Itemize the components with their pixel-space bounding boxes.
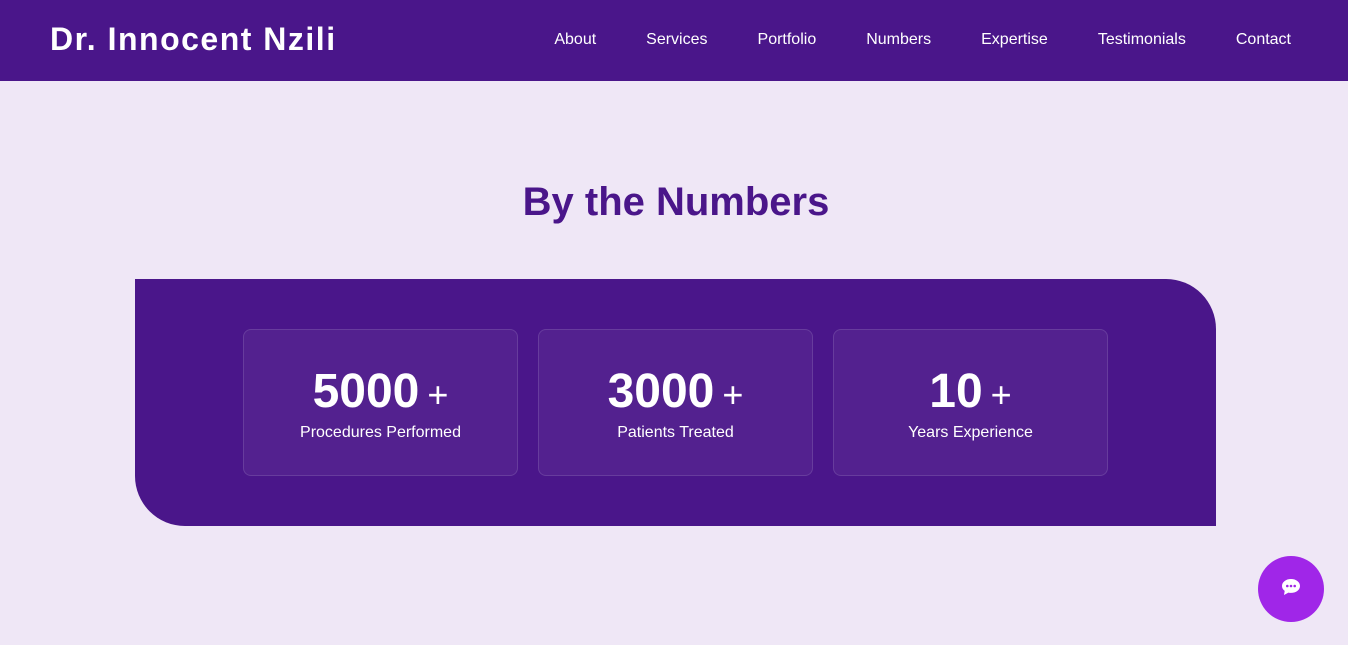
nav-link-contact[interactable]: Contact	[1211, 31, 1316, 49]
nav-links: About Services Portfolio Numbers Experti…	[529, 31, 1316, 49]
stat-suffix: +	[990, 373, 1012, 415]
stat-line: 5000 +	[312, 364, 449, 418]
nav-link-portfolio[interactable]: Portfolio	[733, 31, 842, 49]
stat-value: 5000	[312, 364, 420, 418]
nav-link-testimonials[interactable]: Testimonials	[1073, 31, 1211, 49]
stat-cards: 5000 + Procedures Performed 3000 + Patie…	[243, 329, 1108, 476]
stat-label: Patients Treated	[617, 423, 734, 441]
stat-card-procedures: 5000 + Procedures Performed	[243, 329, 518, 476]
stat-label: Years Experience	[908, 423, 1033, 441]
nav-link-services[interactable]: Services	[621, 31, 732, 49]
stat-suffix: +	[427, 373, 449, 415]
stat-line: 3000 +	[607, 364, 744, 418]
stat-value: 10	[929, 364, 983, 418]
section-title: By the Numbers	[522, 180, 830, 224]
chat-bubble-icon	[1281, 578, 1301, 601]
stat-card-patients: 3000 + Patients Treated	[538, 329, 813, 476]
nav-link-about[interactable]: About	[529, 31, 621, 49]
nav-link-expertise[interactable]: Expertise	[956, 31, 1073, 49]
stat-label: Procedures Performed	[300, 423, 461, 441]
navbar: Dr. Innocent Nzili About Services Portfo…	[0, 0, 1348, 81]
stat-line: 10 +	[929, 364, 1012, 418]
nav-link-numbers[interactable]: Numbers	[841, 31, 956, 49]
brand-logo-text[interactable]: Dr. Innocent Nzili	[50, 21, 337, 58]
chat-button[interactable]	[1258, 556, 1324, 622]
stat-value: 3000	[607, 364, 715, 418]
stat-suffix: +	[722, 373, 744, 415]
stat-card-experience: 10 + Years Experience	[833, 329, 1108, 476]
numbers-panel: 5000 + Procedures Performed 3000 + Patie…	[135, 279, 1216, 526]
